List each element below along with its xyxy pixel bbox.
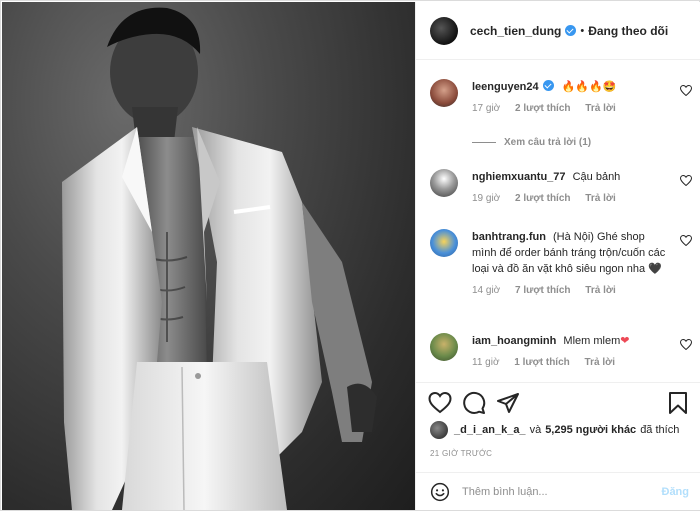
comment-text-block: leenguyen24 🔥🔥🔥🤩 <box>472 79 670 95</box>
comment-likes[interactable]: 2 lượt thích <box>515 193 570 204</box>
comment-likes[interactable]: 2 lượt thích <box>515 103 570 114</box>
comment-meta: 11 giờ 1 lượt thích Trả lời <box>472 357 692 368</box>
comment-item: leenguyen24 🔥🔥🔥🤩 17 giờ 2 lượt thích Trả … <box>430 79 692 148</box>
like-comment-heart-icon[interactable] <box>680 85 692 96</box>
post-actions: _d_i_an_k_a_ và 5,295 người khác đã thíc… <box>416 382 700 470</box>
reply-button[interactable]: Trả lời <box>585 357 615 368</box>
comment-meta: 17 giờ 2 lượt thích Trả lời <box>472 103 692 114</box>
comment-list[interactable]: leenguyen24 🔥🔥🔥🤩 17 giờ 2 lượt thích Trả … <box>416 61 700 381</box>
heart-icon[interactable] <box>428 391 452 415</box>
likes-summary: _d_i_an_k_a_ và 5,295 người khác đã thíc… <box>430 421 679 439</box>
commenter-username[interactable]: banhtrang.fun <box>472 231 546 243</box>
red-heart-emoji: ❤ <box>620 335 630 347</box>
post-comment-button[interactable]: Đăng <box>662 486 690 498</box>
reply-button[interactable]: Trả lời <box>585 285 615 296</box>
replies-divider <box>472 142 496 143</box>
commenter-username[interactable]: iam_hoangminh <box>472 335 556 347</box>
commenter-avatar[interactable] <box>430 79 458 107</box>
likes-suffix: đã thích <box>640 424 680 436</box>
comment-text: 🔥🔥🔥🤩 <box>561 81 617 93</box>
comment-input[interactable] <box>462 485 652 498</box>
likes-others[interactable]: 5,295 người khác <box>545 424 636 436</box>
liker-username[interactable]: _d_i_an_k_a_ <box>454 424 526 436</box>
commenter-avatar[interactable] <box>430 333 458 361</box>
author-username[interactable]: cech_tien_dung <box>470 24 561 38</box>
comment-time: 14 giờ <box>472 285 501 296</box>
verified-icon <box>565 25 577 36</box>
commenter-username[interactable]: nghiemxuantu_77 <box>472 171 566 183</box>
comment-text: Mlem mlem <box>563 335 621 347</box>
comment-meta: 19 giờ 2 lượt thích Trả lời <box>472 193 692 204</box>
comment-text-block: nghiemxuantu_77 Cậu bảnh <box>472 169 670 185</box>
black-heart-emoji: 🖤 <box>648 263 662 275</box>
comment-likes[interactable]: 7 lượt thích <box>515 285 570 296</box>
comment-item: iam_hoangminh Mlem mlem❤ 11 giờ 1 lượt t… <box>430 333 692 368</box>
commenter-avatar[interactable] <box>430 229 458 257</box>
author-avatar[interactable] <box>430 16 458 45</box>
comment-time: 11 giờ <box>472 357 500 368</box>
comments-panel: cech_tien_dung • Đang theo dõi leenguyen… <box>415 2 700 510</box>
comment-likes[interactable]: 1 lượt thích <box>514 357 569 368</box>
like-comment-heart-icon[interactable] <box>680 339 692 350</box>
post-photo-illustration <box>62 7 377 510</box>
likes-and: và <box>529 424 542 436</box>
commenter-avatar[interactable] <box>430 169 458 197</box>
comment-meta: 14 giờ 7 lượt thích Trả lời <box>472 285 692 296</box>
reply-button[interactable]: Trả lời <box>585 193 615 204</box>
view-replies-label: Xem câu trả lời (1) <box>504 137 592 148</box>
like-comment-heart-icon[interactable] <box>680 175 692 186</box>
post-timestamp[interactable]: 21 GIỜ TRƯỚC <box>430 449 492 458</box>
comment-text: Cậu bảnh <box>572 171 621 183</box>
bookmark-icon[interactable] <box>666 391 690 415</box>
share-icon[interactable] <box>496 391 520 415</box>
comment-text-block: iam_hoangminh Mlem mlem❤ <box>472 333 670 349</box>
comment-item: banhtrang.fun (Hà Nội) Ghé shop mình để … <box>430 229 692 296</box>
liker-avatar[interactable] <box>430 421 448 439</box>
commenter-username[interactable]: leenguyen24 <box>472 81 539 93</box>
like-comment-heart-icon[interactable] <box>680 235 692 246</box>
reply-button[interactable]: Trả lời <box>585 103 615 114</box>
comment-time: 19 giờ <box>472 193 501 204</box>
comment-item: nghiemxuantu_77 Cậu bảnh 19 giờ 2 lượt t… <box>430 169 692 204</box>
separator-dot: • <box>580 24 585 37</box>
add-comment-bar: Đăng <box>416 472 700 510</box>
comment-text-block: banhtrang.fun (Hà Nội) Ghé shop mình để … <box>472 229 670 277</box>
comment-time: 17 giờ <box>472 103 501 114</box>
verified-icon <box>542 80 554 91</box>
post-header: cech_tien_dung • Đang theo dõi <box>416 2 700 60</box>
smiley-icon[interactable] <box>430 482 450 502</box>
comment-icon[interactable] <box>462 391 486 415</box>
post-dialog: cech_tien_dung • Đang theo dõi leenguyen… <box>0 0 700 511</box>
view-replies-button[interactable]: Xem câu trả lời (1) <box>472 137 591 148</box>
action-icons <box>428 391 690 415</box>
post-photo[interactable] <box>2 2 415 510</box>
following-button[interactable]: Đang theo dõi <box>588 24 668 38</box>
